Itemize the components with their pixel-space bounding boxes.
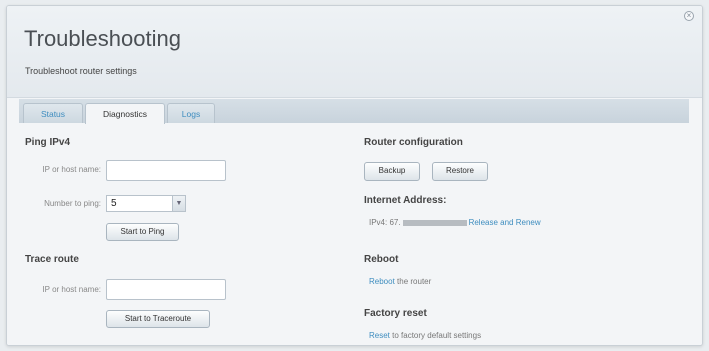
factory-reset-title: Factory reset <box>364 308 427 319</box>
reboot-link[interactable]: Reboot <box>369 277 395 286</box>
ping-count-select[interactable]: 5 ▼ <box>106 195 186 212</box>
panel-header: × Troubleshooting Troubleshoot router se… <box>7 6 702 98</box>
backup-button[interactable]: Backup <box>364 162 420 181</box>
close-icon[interactable]: × <box>684 11 694 21</box>
ping-host-label: IP or host name: <box>42 165 101 174</box>
tab-logs[interactable]: Logs <box>167 103 215 123</box>
redacted-address <box>402 219 467 226</box>
release-renew-link[interactable]: Release and Renew <box>469 218 541 227</box>
factory-reset-line: Reset to factory default settings <box>369 331 481 340</box>
trace-host-label: IP or host name: <box>42 285 101 294</box>
start-ping-button[interactable]: Start to Ping <box>106 223 179 241</box>
ping-section-title: Ping IPv4 <box>25 137 71 148</box>
diagnostics-content: Ping IPv4 IP or host name: Number to pin… <box>7 124 702 345</box>
tab-diagnostics[interactable]: Diagnostics <box>85 103 165 124</box>
tab-status[interactable]: Status <box>23 103 83 123</box>
reboot-text: the router <box>397 277 432 286</box>
ping-count-value: 5 <box>111 198 117 209</box>
start-traceroute-button[interactable]: Start to Traceroute <box>106 310 210 328</box>
chevron-down-icon[interactable]: ▼ <box>172 195 186 212</box>
ping-host-input[interactable] <box>106 160 226 181</box>
ipv4-prefix: IPv4: 67. <box>369 218 401 227</box>
factory-reset-text: to factory default settings <box>392 331 482 340</box>
reset-link[interactable]: Reset <box>369 331 390 340</box>
tab-bar: Status Diagnostics Logs <box>19 99 689 124</box>
restore-button[interactable]: Restore <box>432 162 488 181</box>
reboot-line: Reboot the router <box>369 277 431 286</box>
trace-section-title: Trace route <box>25 254 79 265</box>
page-subtitle: Troubleshoot router settings <box>25 66 137 76</box>
internet-address-title: Internet Address: <box>364 195 447 206</box>
reboot-title: Reboot <box>364 254 399 265</box>
ipv4-address-line: IPv4: 67. Release and Renew <box>369 218 541 227</box>
page-title: Troubleshooting <box>24 26 181 51</box>
troubleshooting-panel: × Troubleshooting Troubleshoot router se… <box>6 5 703 346</box>
trace-host-input[interactable] <box>106 279 226 300</box>
router-config-title: Router configuration <box>364 137 463 148</box>
ping-count-label: Number to ping: <box>44 199 101 208</box>
